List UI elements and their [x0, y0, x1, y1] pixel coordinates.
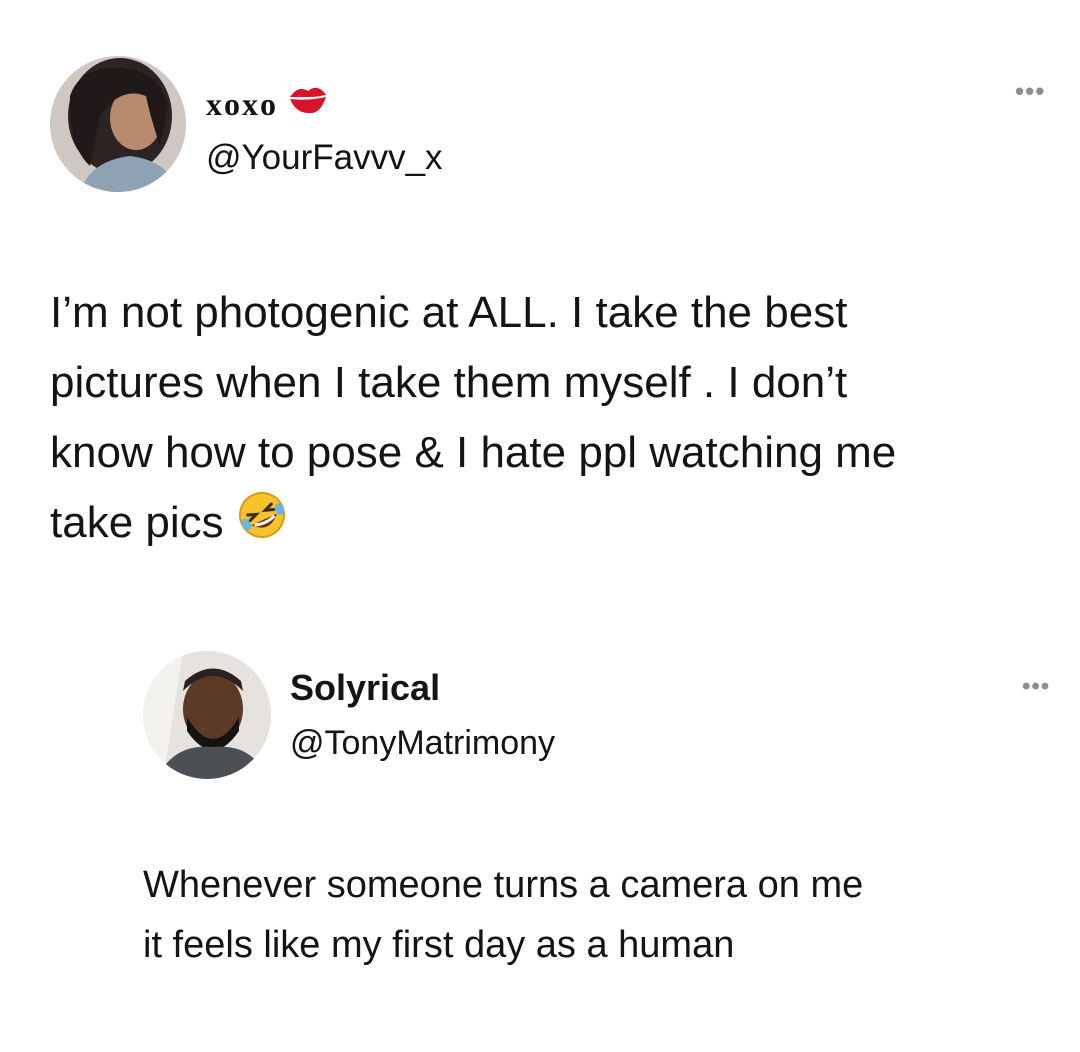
rolling-on-floor-laughing-emoji	[236, 489, 288, 562]
user-handle[interactable]: @TonyMatrimony	[290, 724, 555, 763]
user-handle[interactable]: @YourFavvv_x	[206, 138, 443, 178]
display-name[interactable]: Solyrical	[290, 667, 440, 709]
avatar-photo	[143, 651, 271, 779]
avatar[interactable]	[143, 651, 271, 779]
display-name-label: xoxo	[206, 85, 278, 122]
more-options-icon[interactable]: •••	[1022, 675, 1050, 699]
display-name[interactable]: xoxo	[206, 83, 328, 125]
more-options-icon[interactable]: •••	[1015, 78, 1045, 104]
tweet-text: I’m not photogenic at ALL. I take the be…	[50, 278, 1060, 562]
avatar[interactable]	[50, 56, 186, 192]
avatar-photo	[50, 56, 186, 192]
kiss-mark-icon	[288, 83, 328, 125]
tweet-text: Whenever someone turns a camera on me it…	[143, 864, 864, 966]
tweet-text-content: I’m not photogenic at ALL. I take the be…	[50, 288, 897, 547]
